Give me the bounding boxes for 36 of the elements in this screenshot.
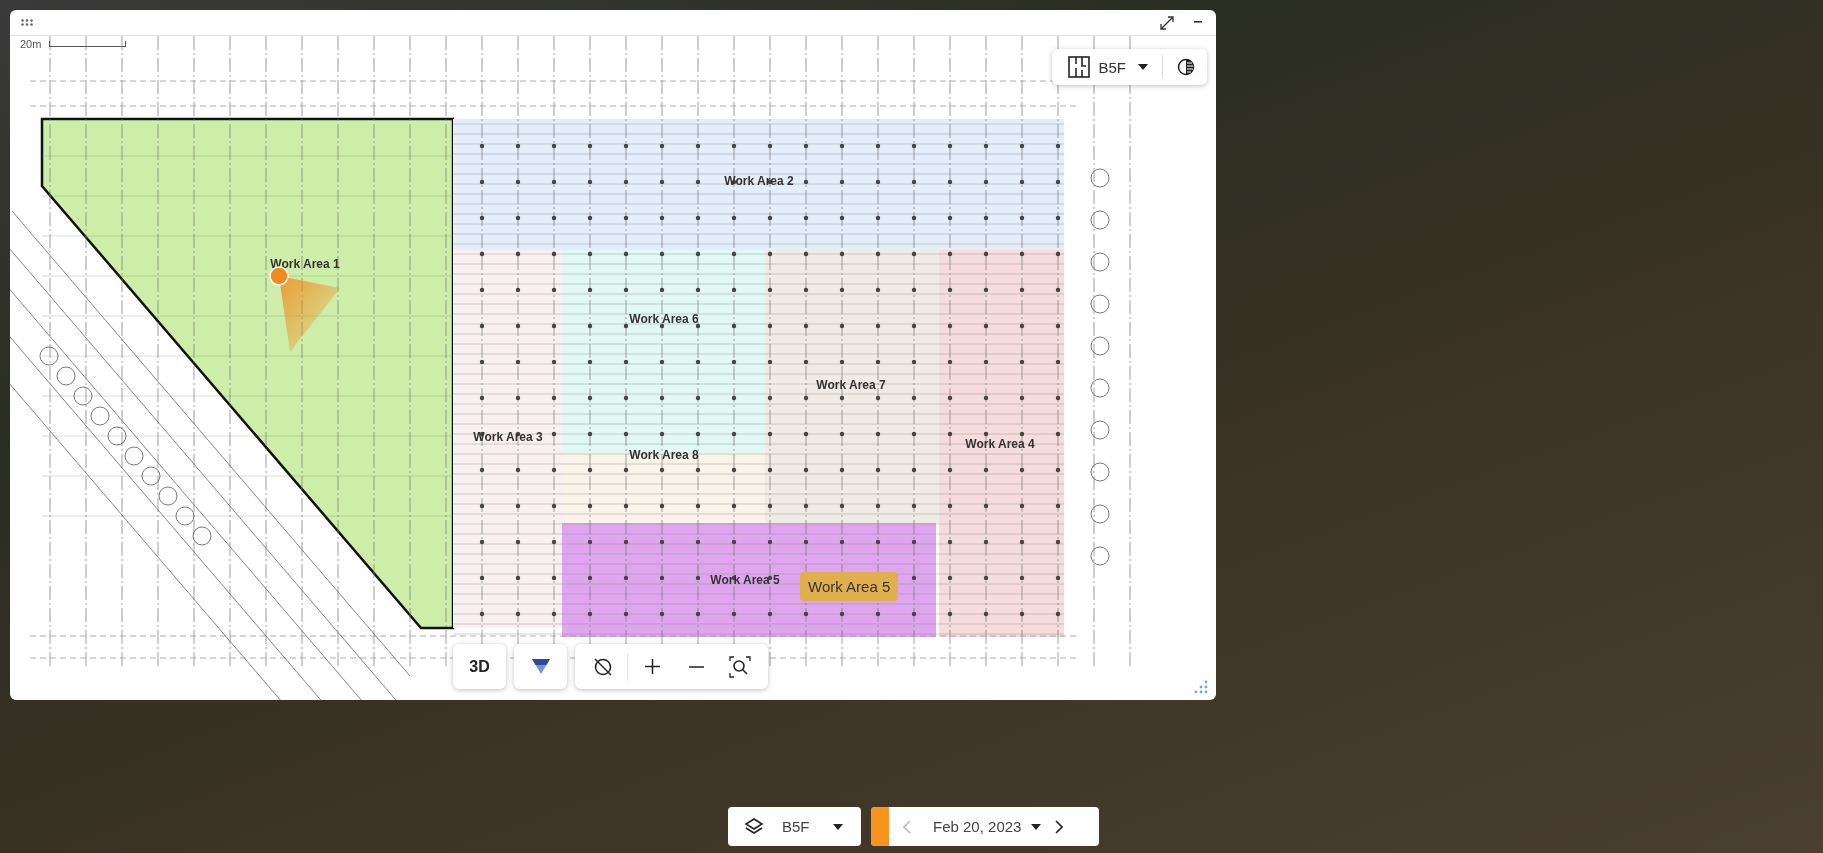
triangle-icon — [531, 659, 550, 674]
view-mode-button[interactable]: 3D — [453, 644, 506, 689]
chevron-left-icon — [903, 819, 911, 834]
floor-plan-icon — [1068, 56, 1091, 78]
work-area-label: Work Area 3 — [473, 430, 543, 444]
expand-icon[interactable] — [1160, 15, 1174, 30]
work-area-label: Work Area 7 — [816, 378, 886, 392]
chevron-right-icon — [1055, 819, 1064, 834]
caret-icon — [1138, 64, 1148, 70]
floor-selector[interactable]: B5F — [1052, 49, 1207, 85]
work-area-label: Work Area 1 — [270, 257, 340, 271]
timeline-marker — [871, 807, 889, 846]
floor-dropdown[interactable]: B5F — [728, 807, 861, 846]
minus-icon — [688, 665, 704, 668]
contrast-icon[interactable] — [1177, 58, 1195, 76]
work-area-label: Work Area 2 — [724, 174, 794, 188]
layer-filter-button[interactable] — [514, 644, 567, 689]
floor-label: B5F — [1098, 58, 1126, 76]
caret-icon — [1031, 823, 1042, 830]
resize-handle-icon[interactable] — [1194, 680, 1208, 694]
work-area-label: Work Area 6 — [629, 312, 699, 326]
work-area-label: Work Area 4 — [965, 437, 1035, 451]
floor-label: B5F — [782, 818, 811, 835]
tooltip: Work Area 5 — [800, 572, 899, 601]
location-marker[interactable] — [269, 266, 289, 286]
work-area-label: Work Area 5 — [710, 573, 780, 587]
layers-icon — [744, 816, 764, 837]
date-label[interactable]: Feb 20, 2023 — [933, 818, 1022, 835]
menu-icon[interactable] — [21, 19, 33, 26]
scale-label: 20m — [20, 38, 42, 50]
search-icon — [729, 655, 751, 678]
plus-icon — [644, 659, 660, 674]
minimize-icon[interactable] — [1194, 21, 1202, 24]
slashed-circle-icon — [593, 656, 613, 677]
caret-icon — [833, 823, 843, 830]
work-area-label: Work Area 8 — [629, 448, 699, 462]
